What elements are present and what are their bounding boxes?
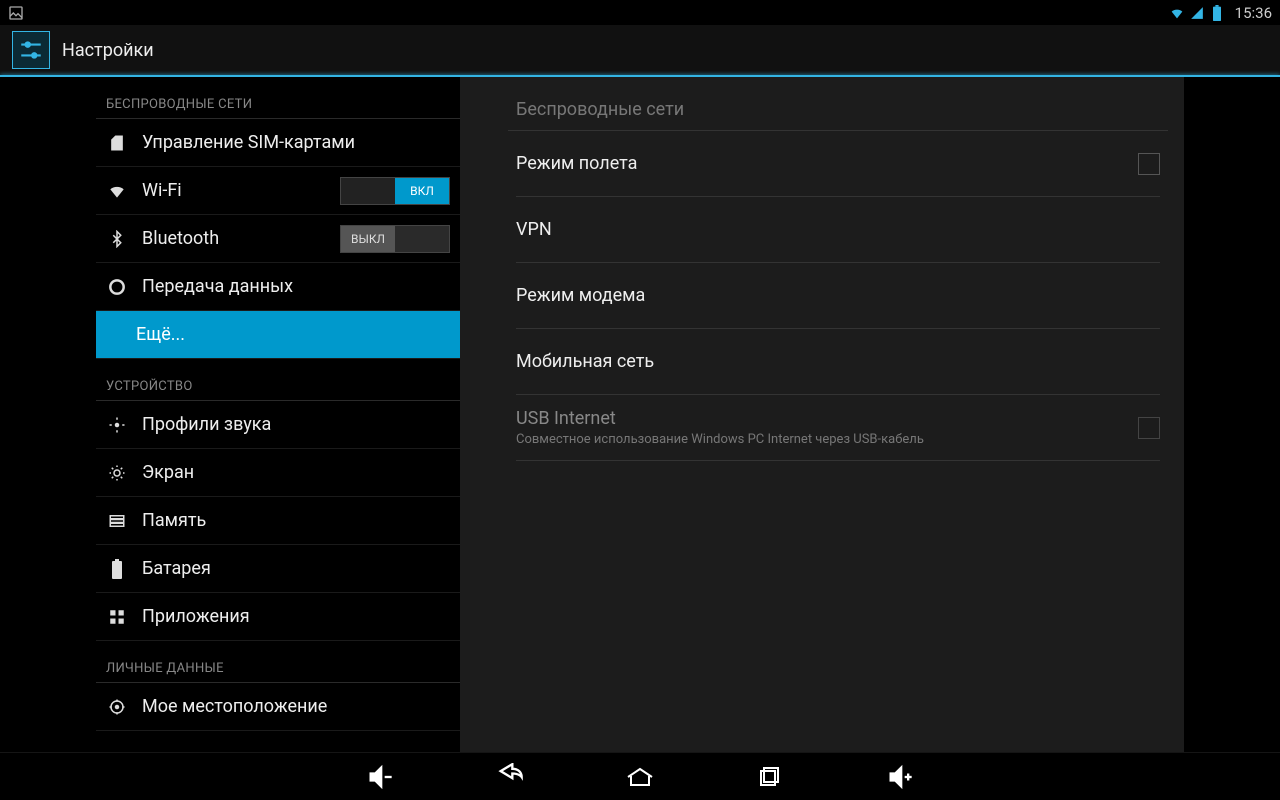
row-mobile-network[interactable]: Мобильная сеть — [516, 329, 1160, 395]
sound-icon — [106, 414, 128, 436]
bluetooth-toggle[interactable]: ВЫКЛ — [340, 225, 450, 253]
section-header-device: УСТРОЙСТВО — [96, 359, 460, 401]
sidebar-item-more[interactable]: Ещё... — [96, 311, 460, 359]
row-label: Режим полета — [516, 153, 1114, 174]
clock: 15:36 — [1235, 4, 1272, 22]
location-icon — [106, 696, 128, 718]
sidebar-item-label: Приложения — [142, 606, 250, 627]
section-header-wireless: БЕСПРОВОДНЫЕ СЕТИ — [96, 77, 460, 119]
wifi-icon — [1169, 5, 1185, 21]
row-label: Мобильная сеть — [516, 351, 1160, 372]
settings-sidebar: БЕСПРОВОДНЫЕ СЕТИ Управление SIM-картами… — [0, 77, 460, 752]
sidebar-item-label: Передача данных — [142, 276, 293, 297]
row-tethering[interactable]: Режим модема — [516, 263, 1160, 329]
apps-icon — [106, 606, 128, 628]
bluetooth-icon — [106, 228, 128, 250]
battery-icon — [1209, 5, 1225, 21]
back-button[interactable] — [480, 757, 540, 797]
row-label: USB Internet — [516, 408, 1114, 429]
brightness-icon — [106, 462, 128, 484]
toggle-label: ВЫКЛ — [341, 226, 395, 252]
row-vpn[interactable]: VPN — [516, 197, 1160, 263]
sidebar-item-data-usage[interactable]: Передача данных — [96, 263, 460, 311]
row-label: VPN — [516, 219, 1160, 240]
row-airplane-mode[interactable]: Режим полета — [516, 131, 1160, 197]
toggle-label: ВКЛ — [395, 178, 449, 204]
home-button[interactable] — [610, 757, 670, 797]
content-panel: Беспроводные сети Режим полета VPN Режим… — [460, 77, 1184, 752]
data-usage-icon — [106, 276, 128, 298]
volume-up-button[interactable] — [870, 757, 930, 797]
wifi-icon — [106, 180, 128, 202]
sidebar-item-label: Управление SIM-картами — [142, 132, 355, 153]
content-header: Беспроводные сети — [516, 77, 1160, 130]
sidebar-item-bluetooth[interactable]: Bluetooth ВЫКЛ — [96, 215, 460, 263]
storage-icon — [106, 510, 128, 532]
sidebar-item-label: Bluetooth — [142, 228, 219, 249]
sidebar-item-sound[interactable]: Профили звука — [96, 401, 460, 449]
sidebar-item-label: Профили звука — [142, 414, 271, 435]
section-header-personal: ЛИЧНЫЕ ДАННЫЕ — [96, 641, 460, 683]
page-title: Настройки — [62, 40, 154, 61]
sidebar-item-storage[interactable]: Память — [96, 497, 460, 545]
sidebar-item-wifi[interactable]: Wi-Fi ВКЛ — [96, 167, 460, 215]
signal-icon — [1189, 5, 1205, 21]
sidebar-item-label: Wi-Fi — [142, 180, 182, 201]
sidebar-item-apps[interactable]: Приложения — [96, 593, 460, 641]
sidebar-item-display[interactable]: Экран — [96, 449, 460, 497]
sidebar-item-battery[interactable]: Батарея — [96, 545, 460, 593]
row-subtitle: Совместное использование Windows PC Inte… — [516, 432, 1056, 447]
sidebar-item-sim[interactable]: Управление SIM-картами — [96, 119, 460, 167]
row-usb-internet: USB Internet Совместное использование Wi… — [516, 395, 1160, 461]
sim-icon — [106, 132, 128, 154]
wifi-toggle[interactable]: ВКЛ — [340, 177, 450, 205]
sidebar-item-label: Мое местоположение — [142, 696, 327, 717]
row-label: Режим модема — [516, 285, 1160, 306]
gallery-icon — [8, 5, 24, 21]
sidebar-item-label: Память — [142, 510, 206, 531]
settings-slider-icon — [12, 31, 50, 69]
sidebar-item-location[interactable]: Мое местоположение — [96, 683, 460, 731]
status-bar: 15:36 — [0, 0, 1280, 25]
sidebar-item-label: Ещё... — [136, 324, 185, 345]
recents-button[interactable] — [740, 757, 800, 797]
system-navbar — [0, 752, 1280, 800]
battery-icon — [106, 558, 128, 580]
action-bar: Настройки — [0, 25, 1280, 75]
usb-internet-checkbox — [1138, 417, 1160, 439]
airplane-checkbox[interactable] — [1138, 153, 1160, 175]
volume-down-button[interactable] — [350, 757, 410, 797]
sidebar-item-label: Батарея — [142, 558, 211, 579]
sidebar-item-label: Экран — [142, 462, 194, 483]
